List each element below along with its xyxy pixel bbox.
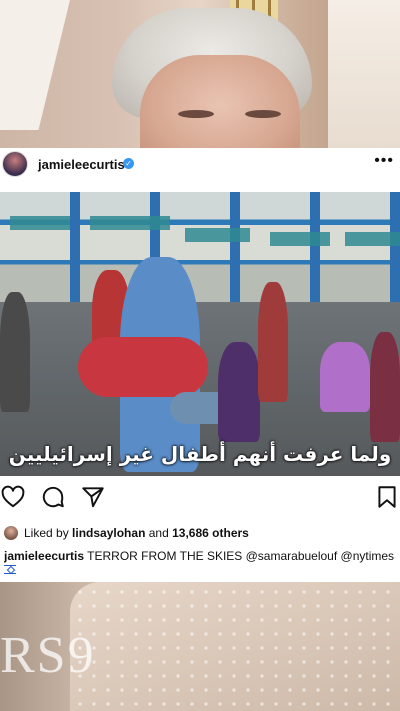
- photo-person: [258, 282, 288, 402]
- verified-badge-icon: ✓: [123, 158, 134, 169]
- photo-banner: [345, 232, 400, 246]
- post-photo[interactable]: ولما عرفت أنهم أطفال غير إسرائيليين: [0, 192, 400, 476]
- person-face: [140, 55, 300, 150]
- background-white-shape: [0, 0, 70, 130]
- photo-person: [78, 337, 208, 397]
- photo-person: [218, 342, 260, 442]
- instagram-post-card: jamieleecurtis ✓ ••• ولما عرفت أنهم أطفا…: [0, 148, 400, 582]
- photo-person: [320, 342, 370, 412]
- photo-building: [0, 192, 400, 302]
- background-logo-text: RS9: [0, 627, 96, 684]
- heart-icon[interactable]: [0, 484, 26, 510]
- post-caption: jamieleecurtis TERROR FROM THE SKIES @sa…: [4, 549, 398, 563]
- person-eye-left: [178, 110, 214, 118]
- comment-icon[interactable]: [40, 484, 66, 510]
- photo-banner: [270, 232, 330, 246]
- likes-prefix: Liked by: [24, 526, 69, 540]
- likes-middle: and: [148, 526, 169, 540]
- post-username[interactable]: jamieleecurtis: [38, 157, 125, 172]
- background-video-top: [0, 0, 400, 150]
- share-icon[interactable]: [80, 484, 106, 510]
- caption-text: TERROR FROM THE SKIES @samarabuelouf @ny…: [84, 549, 395, 563]
- background-panel: [328, 0, 400, 150]
- liker-avatar: [4, 526, 18, 540]
- likes-summary[interactable]: Liked by lindsaylohan and 13,686 others: [4, 524, 249, 542]
- post-header: jamieleecurtis ✓ •••: [0, 148, 400, 192]
- background-video-bottom: RS9: [0, 582, 400, 711]
- person-dress: [70, 582, 400, 711]
- photo-banner: [10, 216, 70, 230]
- profile-avatar[interactable]: [2, 151, 28, 177]
- photo-person: [0, 292, 30, 412]
- liker-username[interactable]: lindsaylohan: [72, 526, 145, 540]
- person-eye-right: [245, 110, 281, 118]
- post-actions: [0, 484, 400, 514]
- likes-count[interactable]: 13,686 others: [172, 526, 249, 540]
- israel-flag-icon: [4, 565, 16, 574]
- photo-arabic-caption: ولما عرفت أنهم أطفال غير إسرائيليين: [8, 442, 392, 466]
- photo-person: [370, 332, 400, 442]
- caption-username[interactable]: jamieleecurtis: [4, 549, 84, 563]
- bookmark-icon[interactable]: [374, 484, 400, 510]
- more-options-icon[interactable]: •••: [374, 152, 394, 170]
- photo-banner: [185, 228, 250, 242]
- photo-banner: [90, 216, 170, 230]
